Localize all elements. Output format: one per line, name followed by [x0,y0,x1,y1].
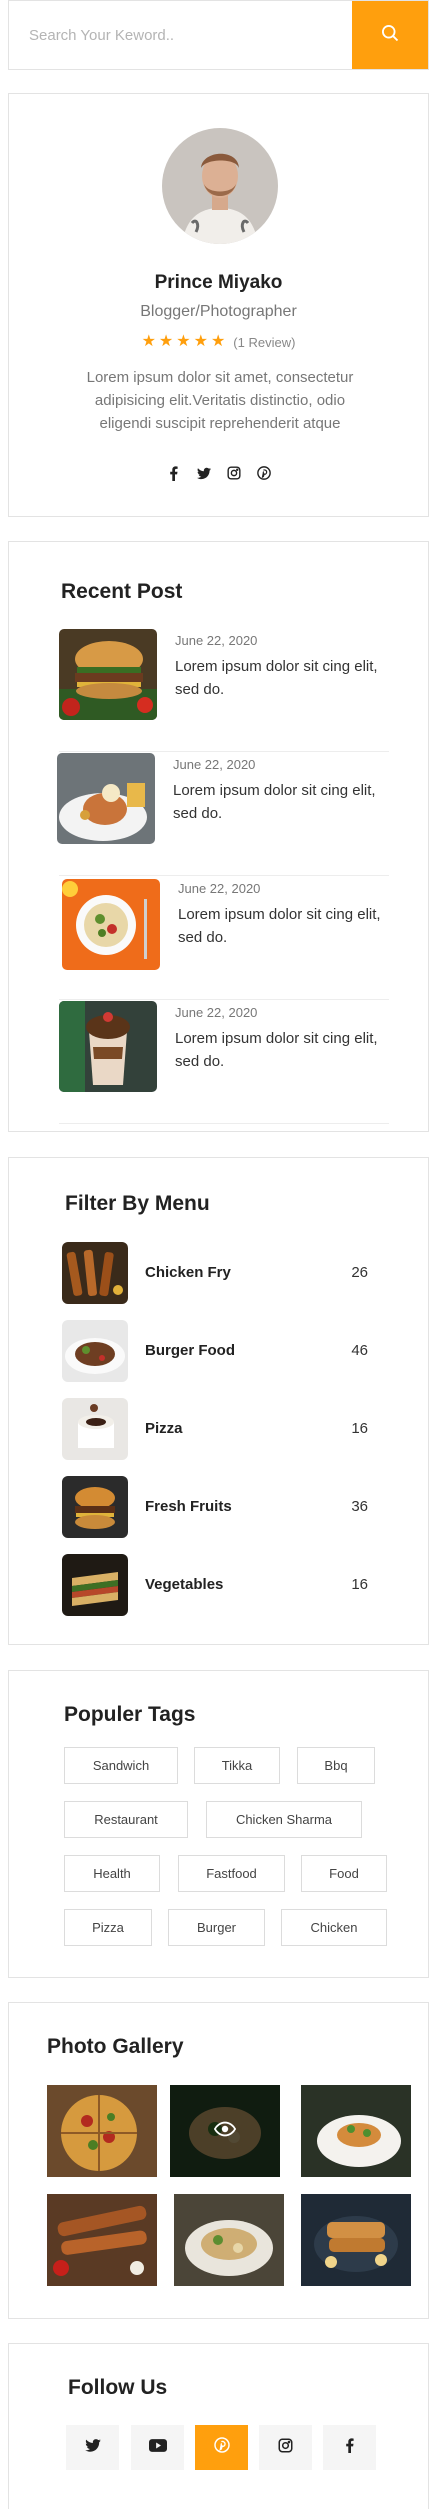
profile-bio: Lorem ipsum dolor sit amet, consectetur … [86,369,354,432]
search-bar [8,0,429,70]
rating: ★ ★ ★ ★ ★ (1 Review) [9,334,428,350]
social-links [9,465,428,481]
post-item[interactable]: June 22, 2020 Lorem ipsum dolor sit cing… [59,629,389,752]
menu-item-label: Vegetables [145,1576,224,1593]
facebook-icon [345,2437,354,2458]
post-thumbnail [59,1001,157,1092]
gallery-image[interactable] [47,2194,157,2286]
star-icon: ★ [158,333,174,350]
recent-post-title: Recent Post [61,580,183,603]
tag[interactable]: Food [301,1855,387,1892]
post-title[interactable]: Lorem ipsum dolor sit cing elit, sed do. [178,903,383,949]
menu-item-count: 16 [351,1420,368,1437]
menu-item-vegetables[interactable]: Vegetables 16 [62,1554,368,1616]
menu-item-count: 16 [351,1576,368,1593]
post-date: June 22, 2020 [175,1005,258,1020]
profile-role: Blogger/Photographer [140,303,297,320]
tag[interactable]: Tikka [194,1747,280,1784]
facebook-icon[interactable] [167,465,181,481]
recent-post-card: Recent Post June 22, 2020 Lorem ipsum do… [8,541,429,1132]
tag[interactable]: Restaurant [64,1801,188,1838]
menu-thumbnail [62,1242,128,1304]
post-thumbnail [62,879,160,970]
menu-item-count: 26 [351,1264,368,1281]
post-thumbnail [57,753,155,844]
star-icon: ★ [176,333,191,350]
gallery-image[interactable] [301,2194,411,2286]
instagram-button[interactable] [259,2425,312,2470]
instagram-icon[interactable] [226,466,241,480]
menu-item-label: Burger Food [145,1342,235,1359]
menu-item-label: Fresh Fruits [145,1498,232,1515]
post-item[interactable]: June 22, 2020 Lorem ipsum dolor sit cing… [59,877,389,1000]
follow-us-card: Follow Us [8,2343,429,2509]
gallery-image[interactable] [174,2194,284,2286]
pinterest-icon[interactable] [256,466,271,480]
star-icon: ★ [141,333,156,350]
gallery-image[interactable] [170,2085,280,2177]
tag[interactable]: Health [64,1855,160,1892]
twitter-button[interactable] [66,2425,119,2470]
tag[interactable]: Bbq [297,1747,375,1784]
search-icon [380,23,400,48]
profile-card: Prince Miyako Blogger/Photographer ★ ★ ★… [8,93,429,517]
menu-item-label: Pizza [145,1420,183,1437]
youtube-button[interactable] [131,2425,184,2470]
menu-item-label: Chicken Fry [145,1264,231,1281]
twitter-icon [84,2438,101,2457]
menu-thumbnail [62,1554,128,1616]
gallery-image[interactable] [301,2085,411,2177]
review-count: (1 Review) [233,334,296,350]
menu-thumbnail [62,1320,128,1382]
profile-name: Prince Miyako [154,272,283,293]
menu-thumbnail [62,1398,128,1460]
popular-tags-card: Populer Tags Sandwich Tikka Bbq Restaura… [8,1670,429,1978]
menu-item-pizza[interactable]: Pizza 16 [62,1398,368,1460]
post-date: June 22, 2020 [178,881,261,896]
post-title[interactable]: Lorem ipsum dolor sit cing elit, sed do. [175,655,380,701]
menu-item-count: 36 [351,1498,368,1515]
menu-item-chicken-fry[interactable]: Chicken Fry 26 [62,1242,368,1304]
gallery-image[interactable] [47,2085,157,2177]
tag[interactable]: Fastfood [178,1855,285,1892]
menu-thumbnail [62,1476,128,1538]
tag[interactable]: Sandwich [64,1747,178,1784]
post-thumbnail [59,629,157,720]
menu-item-fresh-fruits[interactable]: Fresh Fruits 36 [62,1476,368,1538]
instagram-icon [278,2438,293,2458]
star-icon: ★ [193,333,208,350]
avatar [162,128,278,244]
twitter-icon[interactable] [196,466,211,480]
filter-menu-title: Filter By Menu [65,1192,210,1215]
filter-menu-card: Filter By Menu Chicken Fry 26 Burger Foo… [8,1157,429,1645]
search-button[interactable] [352,1,428,69]
tag[interactable]: Chicken Sharma [206,1801,362,1838]
eye-icon [213,2121,237,2142]
photo-gallery-card: Photo Gallery [8,2002,429,2319]
facebook-button[interactable] [323,2425,376,2470]
gallery-overlay[interactable] [170,2085,280,2177]
menu-item-burger-food[interactable]: Burger Food 46 [62,1320,368,1382]
pinterest-icon [213,2437,230,2458]
tag[interactable]: Pizza [64,1909,152,1946]
post-date: June 22, 2020 [175,633,258,648]
popular-tags-title: Populer Tags [64,1703,196,1726]
tag[interactable]: Chicken [281,1909,387,1946]
post-date: June 22, 2020 [173,757,256,772]
menu-item-count: 46 [351,1342,368,1359]
tag[interactable]: Burger [168,1909,265,1946]
post-item[interactable]: June 22, 2020 Lorem ipsum dolor sit cing… [57,753,389,876]
youtube-icon [148,2438,167,2457]
post-item[interactable]: June 22, 2020 Lorem ipsum dolor sit cing… [59,1001,389,1124]
follow-us-title: Follow Us [68,2376,168,2399]
post-title[interactable]: Lorem ipsum dolor sit cing elit, sed do. [173,779,378,825]
post-title[interactable]: Lorem ipsum dolor sit cing elit, sed do. [175,1027,380,1073]
pinterest-button[interactable] [195,2425,248,2470]
star-icon: ★ [210,333,226,350]
search-input[interactable] [9,1,352,69]
photo-gallery-title: Photo Gallery [47,2035,184,2058]
